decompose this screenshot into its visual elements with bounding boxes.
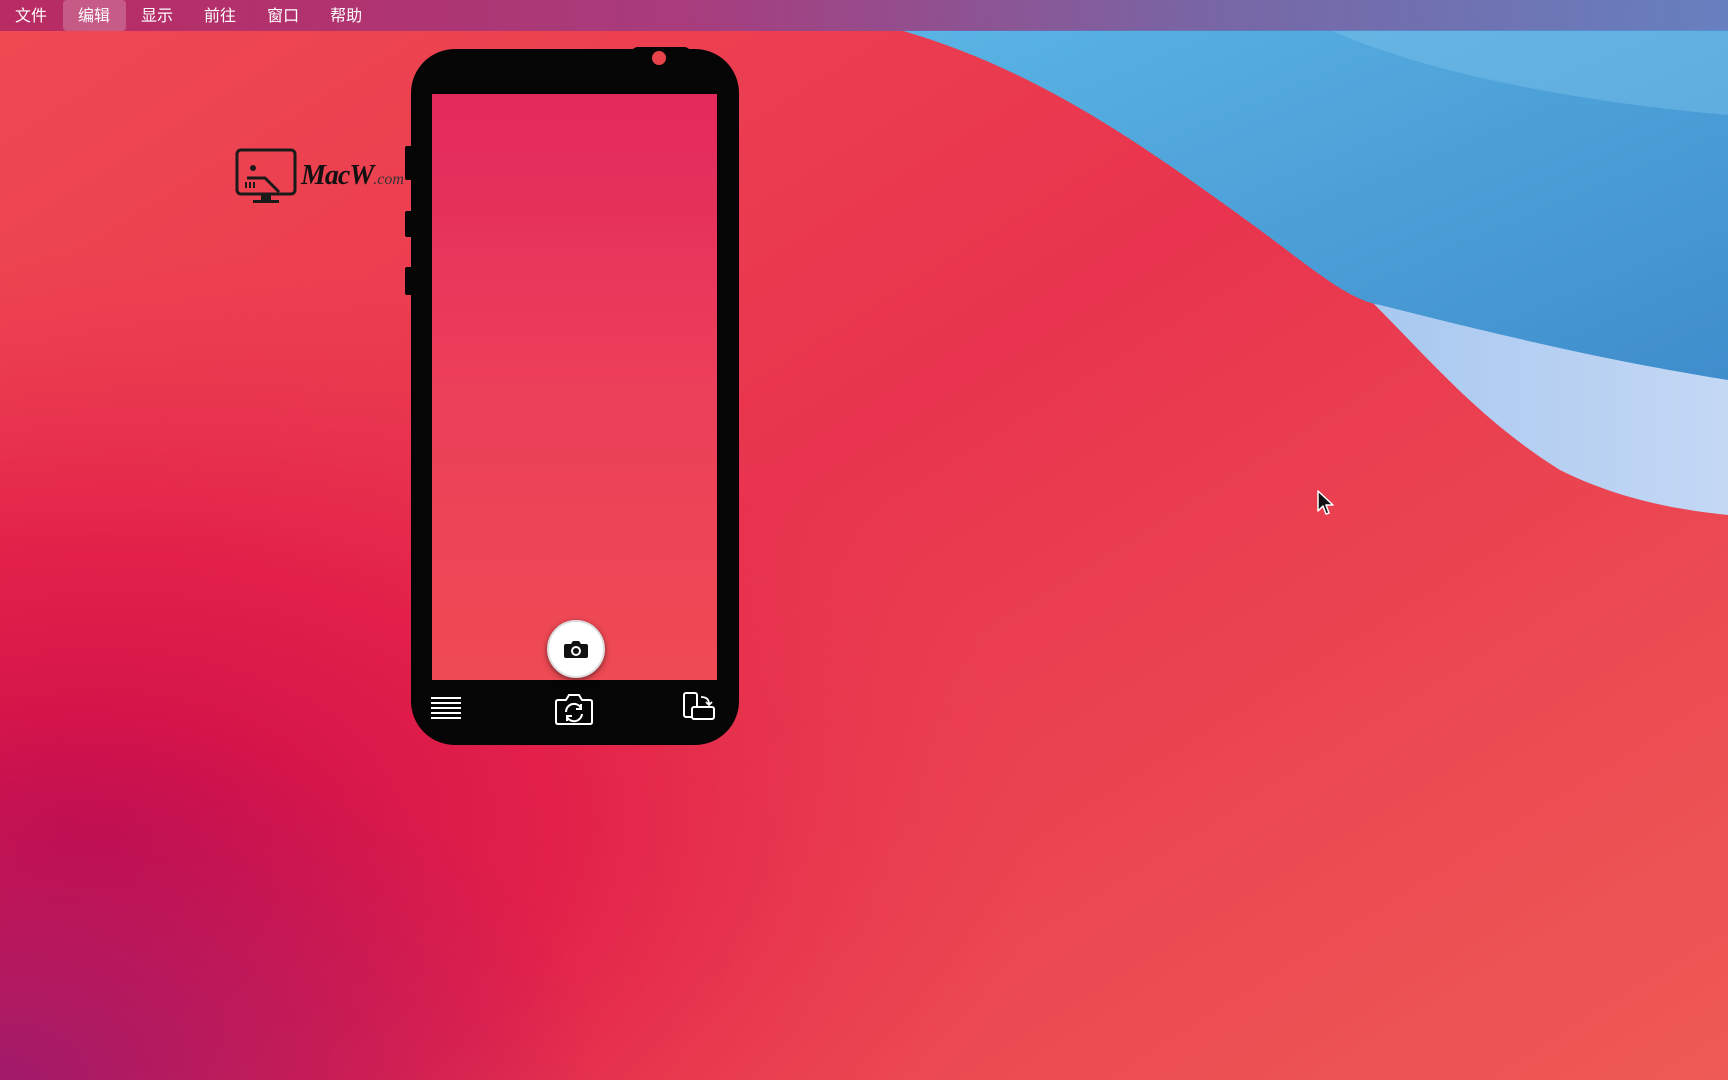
macw-logo-icon bbox=[235, 148, 297, 203]
macw-watermark: MacW.com bbox=[235, 148, 415, 206]
brand-main: MacW bbox=[301, 160, 374, 191]
mouse-pointer-icon bbox=[1317, 490, 1334, 515]
menu-go[interactable]: 前往 bbox=[189, 0, 252, 31]
menu-bar: 文件 编辑 显示 前往 窗口 帮助 bbox=[0, 0, 1728, 31]
camera-preview bbox=[432, 94, 717, 680]
menu-help[interactable]: 帮助 bbox=[315, 0, 378, 31]
brand-text: MacW.com bbox=[301, 160, 404, 192]
camera-indicator-icon bbox=[652, 51, 666, 65]
menu-view[interactable]: 显示 bbox=[126, 0, 189, 31]
camera-app-window[interactable] bbox=[405, 47, 739, 745]
shutter-button[interactable] bbox=[547, 620, 605, 678]
camera-icon bbox=[564, 641, 588, 658]
side-button bbox=[405, 267, 413, 295]
brand-suffix: .com bbox=[373, 171, 404, 188]
switch-camera-icon[interactable] bbox=[554, 692, 594, 726]
side-button bbox=[405, 146, 413, 180]
menu-window[interactable]: 窗口 bbox=[252, 0, 315, 31]
hamburger-menu-icon[interactable] bbox=[429, 689, 465, 725]
menu-edit[interactable]: 编辑 bbox=[63, 0, 127, 31]
menu-file[interactable]: 文件 bbox=[0, 0, 63, 31]
rotate-device-icon[interactable] bbox=[681, 691, 717, 727]
side-button bbox=[405, 211, 413, 237]
